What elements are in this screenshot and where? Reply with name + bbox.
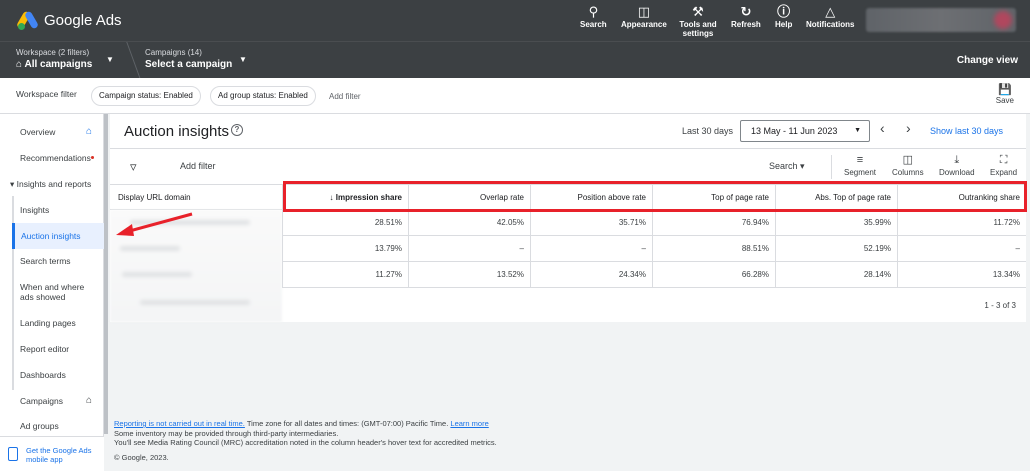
reporting-info-link[interactable]: Reporting is not carried out in real tim… (114, 419, 245, 428)
segment-button[interactable]: ≡ Segment (844, 153, 876, 177)
campaign-selector[interactable]: Campaigns (14) Select a campaign (145, 48, 232, 70)
home-icon: ⌂ (16, 59, 23, 70)
sidebar-item-auction-insights[interactable]: Auction insights (12, 223, 104, 249)
auction-insights-card: Auction insights ? Last 30 days 13 May -… (110, 114, 1026, 322)
next-period-icon[interactable]: › (906, 120, 911, 136)
sidebar-scrollbar[interactable] (104, 114, 108, 434)
campaign-dropdown-icon[interactable]: ▼ (239, 55, 247, 64)
workspace-selector[interactable]: Workspace (2 filters) ⌂ All campaigns (16, 48, 92, 70)
workspace-filter-label: Workspace filter (16, 89, 77, 99)
workspace-bar: Workspace (2 filters) ⌂ All campaigns ▼ … (0, 41, 1030, 79)
show-last-30-days-link[interactable]: Show last 30 days (930, 126, 1003, 136)
columns-icon: ◫ (902, 154, 913, 166)
table-row[interactable]: 13.79% – – 88.51% 52.19% – (282, 236, 1026, 262)
save-icon: 💾 (998, 84, 1012, 96)
segment-icon: ≡ (856, 154, 864, 166)
sidebar-item-insights-and-reports[interactable]: ▾ Insights and reports (10, 179, 91, 189)
campaigns-icon: ⌂ (86, 395, 93, 406)
date-range-picker[interactable]: 13 May - 11 Jun 2023 ▼ (740, 120, 870, 142)
expand-icon: ⛶ (999, 154, 1008, 166)
refresh-icon: ↻ (740, 4, 752, 19)
help-icon: ⓘ (777, 4, 791, 19)
sidebar-item-dashboards[interactable]: Dashboards (20, 370, 66, 380)
learn-more-link[interactable]: Learn more (450, 419, 488, 428)
date-preset-label: Last 30 days (682, 126, 734, 136)
search-icon: ⚲ (588, 4, 599, 19)
top-bar: Google Ads ⚲ Search ◫ Appearance ⚒ Tools… (0, 0, 1030, 41)
sidebar-item-insights[interactable]: Insights (20, 205, 49, 215)
mobile-app-link[interactable]: Get the Google Ads mobile app (0, 436, 104, 471)
search-tool-button[interactable]: ⚲ Search (580, 4, 607, 29)
help-button[interactable]: ⓘ Help (775, 4, 792, 29)
sidebar-item-when-and-where[interactable]: When and where ads showed (20, 282, 92, 302)
page-title: Auction insights (124, 123, 230, 140)
workspace-dropdown-icon[interactable]: ▼ (106, 55, 114, 64)
workspace-filter-bar: Workspace filter Campaign status: Enable… (0, 78, 1030, 114)
sidebar-item-landing-pages[interactable]: Landing pages (20, 318, 76, 328)
add-workspace-filter-button[interactable]: Add filter (329, 92, 361, 101)
app-name: Google Ads (44, 11, 122, 29)
google-ads-logo[interactable]: Google Ads (15, 10, 122, 30)
bell-icon: △ (825, 4, 836, 19)
phone-icon (8, 447, 18, 461)
appearance-tool-button[interactable]: ◫ Appearance (621, 4, 667, 29)
sidebar-item-campaigns[interactable]: Campaigns (20, 396, 63, 406)
annotation-arrow-icon (116, 212, 193, 236)
account-selector[interactable] (866, 8, 1016, 32)
toolbar-divider (831, 155, 832, 179)
filter-icon[interactable]: ▿ (130, 159, 137, 175)
table-toolbar: ▿ Add filter Search ▾ ≡ Segment ◫ Column… (110, 148, 1026, 184)
sidebar-item-report-editor[interactable]: Report editor (20, 344, 69, 354)
notifications-button[interactable]: △ Notifications (806, 4, 854, 29)
tools-and-settings-button[interactable]: ⚒ Tools and settings (679, 4, 717, 38)
change-view-button[interactable]: Change view (957, 55, 1018, 66)
highlight-box (283, 181, 1027, 212)
dropdown-arrow-icon: ▼ (854, 127, 861, 134)
ad-group-status-chip[interactable]: Ad group status: Enabled (210, 86, 316, 106)
table-row[interactable]: 11.27% 13.52% 24.34% 66.28% 28.14% 13.34… (282, 262, 1026, 288)
sidebar-nav: Overview ⌂ Recommendations ▾ Insights an… (0, 114, 104, 471)
pagination-label: 1 - 3 of 3 (984, 301, 1016, 310)
sidebar-item-ad-groups[interactable]: Ad groups (20, 421, 59, 431)
help-icon[interactable]: ? (231, 124, 243, 136)
campaign-status-chip[interactable]: Campaign status: Enabled (91, 86, 201, 106)
breadcrumb-separator (117, 42, 141, 79)
add-filter-button[interactable]: Add filter (180, 161, 216, 171)
columns-button[interactable]: ◫ Columns (892, 153, 924, 177)
table-row[interactable]: 28.51% 42.05% 35.71% 76.94% 35.99% 11.72… (282, 210, 1026, 236)
footer: Reporting is not carried out in real tim… (114, 419, 497, 462)
appearance-icon: ◫ (637, 4, 651, 19)
download-button[interactable]: ⤓ Download (939, 153, 975, 177)
expand-button[interactable]: ⛶ Expand (990, 153, 1017, 177)
refresh-button[interactable]: ↻ Refresh (731, 4, 761, 29)
google-ads-logo-icon (15, 10, 40, 30)
previous-period-icon[interactable]: ‹ (880, 120, 885, 136)
download-icon: ⤓ (954, 154, 960, 166)
sidebar-item-search-terms[interactable]: Search terms (20, 256, 71, 266)
sidebar-item-recommendations[interactable]: Recommendations (20, 153, 94, 163)
home-icon: ⌂ (86, 126, 93, 137)
search-dropdown[interactable]: Search ▾ (769, 161, 805, 172)
wrench-icon: ⚒ (692, 4, 704, 19)
save-button[interactable]: 💾 Save (996, 83, 1014, 105)
notification-dot (91, 156, 94, 159)
sidebar-item-overview[interactable]: Overview (20, 127, 55, 137)
